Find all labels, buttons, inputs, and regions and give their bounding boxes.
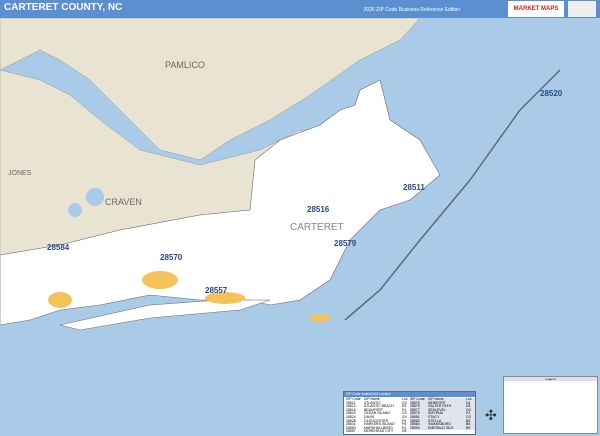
urban-newport (142, 271, 178, 289)
zip-label: 28579 (334, 239, 357, 248)
table-cell: EMERALD ISLE (428, 425, 454, 430)
map-legend: Legend (503, 376, 598, 434)
zip-label: 28557 (205, 286, 228, 295)
region-label: PAMLICO (165, 60, 205, 70)
urban-shackleford (310, 314, 330, 322)
lake (86, 188, 104, 206)
map-title: CARTERET COUNTY, NC (4, 2, 123, 13)
lake (68, 203, 82, 217)
zip-label: 28584 (47, 243, 70, 252)
region-label: CRAVEN (105, 197, 142, 207)
zip-label: 28516 (307, 205, 330, 214)
zip-index-table: ZIP Code Index/Grid Locator ZIP Code ZIP … (343, 391, 476, 435)
compass-rose-icon: ✣ (485, 407, 497, 423)
map-canvas[interactable]: PAMLICO CRAVEN JONES CARTERET 28520 2851… (0, 18, 600, 436)
edition-label: 2026 ZIP Code Business Reference Edition (363, 7, 460, 13)
table-cell: 28557 (346, 429, 356, 434)
table-cell: B5 (466, 425, 471, 430)
zip-label: 28570 (160, 253, 183, 262)
zip-label: 28511 (403, 183, 425, 192)
market-maps-logo: MARKET MAPS (508, 1, 564, 17)
region-label: CARTERET (290, 222, 344, 233)
table-cell: 28594 (410, 425, 420, 430)
zip-label: 28520 (540, 89, 563, 98)
badge-icon (568, 1, 596, 17)
header-bar: CARTERET COUNTY, NC 2026 ZIP Code Busine… (0, 0, 600, 18)
table-row: 28594 EMERALD ISLE B5 (410, 425, 475, 431)
table-cell: D5 (402, 429, 407, 434)
table-row: 28557 MOREHEAD CITY D5 (346, 430, 411, 434)
table-cell: MOREHEAD CITY (364, 429, 394, 434)
urban-swansboro (48, 292, 72, 308)
legend-title: Legend (504, 377, 597, 381)
region-label: JONES (8, 170, 32, 177)
